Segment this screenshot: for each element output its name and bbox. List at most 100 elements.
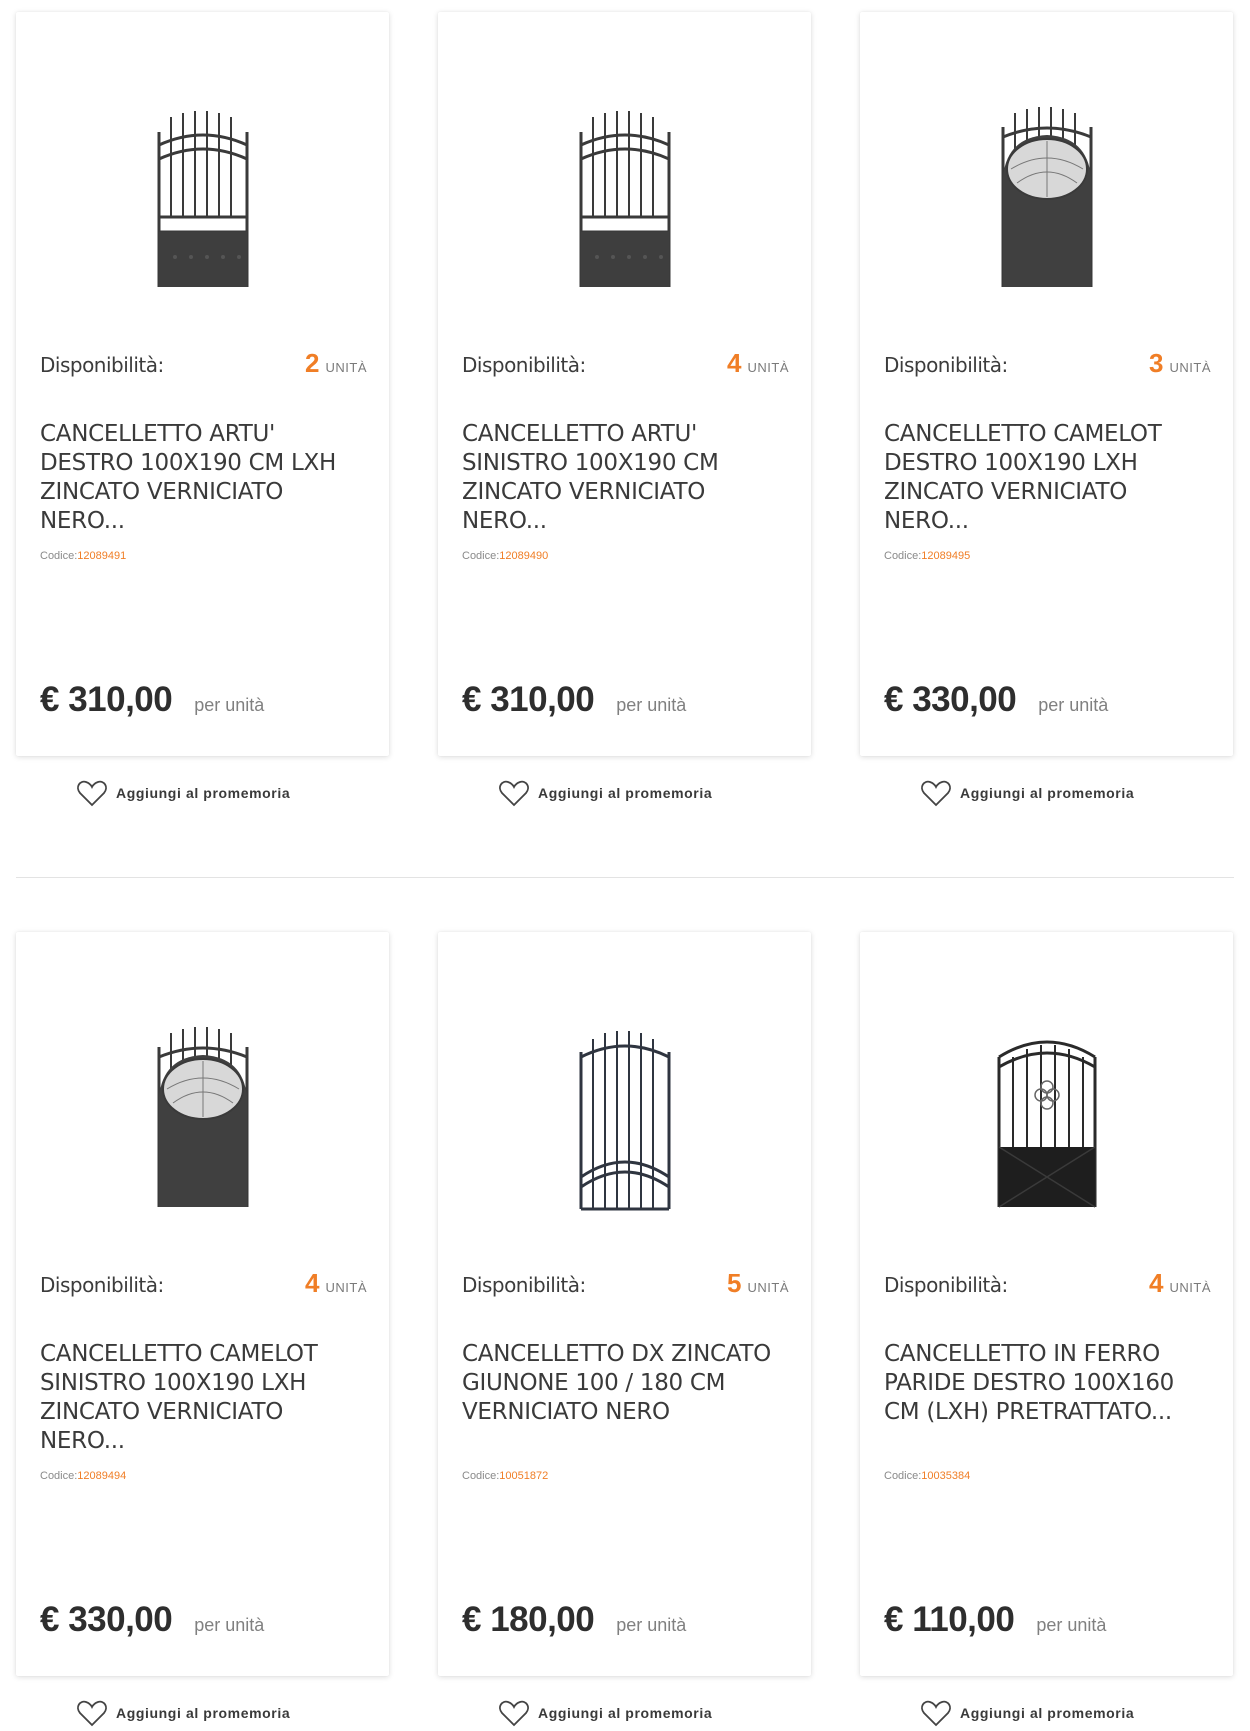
code-value: 12089490 (499, 550, 549, 562)
product-title[interactable]: CANCELLETTO DX ZINCATO GIUNONE 100 / 180… (462, 1340, 791, 1427)
add-to-wishlist-button[interactable]: Aggiungi al promemoria (498, 1696, 712, 1730)
stock-quantity: 4 (1149, 1268, 1164, 1298)
product-image[interactable] (16, 92, 389, 302)
availability-label: Disponibilità: (462, 353, 586, 377)
product-row: Disponibilità: 4 UNITÀ CANCELLETTO CAMEL… (0, 920, 1250, 1731)
code-label: Codice: (884, 1470, 922, 1482)
per-unit-label: per unità (1038, 695, 1109, 715)
price-row: € 110,00 per unità (884, 1600, 1106, 1640)
stock-quantity: 5 (727, 1268, 742, 1298)
per-unit-label: per unità (616, 695, 687, 715)
product-code: Codice:12089490 (462, 550, 548, 562)
product-code: Codice:10051872 (462, 1470, 548, 1482)
product-row: Disponibilità: 2 UNITÀ CANCELLETTO ARTU'… (0, 0, 1250, 880)
heart-icon (921, 1700, 951, 1727)
product-code: Codice:12089494 (40, 1470, 126, 1482)
product-card[interactable]: Disponibilità: 3 UNITÀ CANCELLETTO CAMEL… (860, 12, 1233, 756)
unit-label: UNITÀ (325, 1280, 367, 1295)
availability-row: Disponibilità: 3 UNITÀ (884, 348, 1211, 378)
row-divider (16, 877, 1234, 878)
product-image[interactable] (438, 92, 811, 302)
wishlist-label: Aggiungi al promemoria (116, 1705, 291, 1721)
product-title[interactable]: CANCELLETTO ARTU' DESTRO 100X190 CM LXH … (40, 420, 369, 536)
code-value: 12089491 (77, 550, 127, 562)
product-card[interactable]: Disponibilità: 5 UNITÀ CANCELLETTO DX ZI… (438, 932, 811, 1676)
product-price: € 310,00 (40, 680, 173, 719)
stock-quantity: 4 (727, 348, 742, 378)
wishlist-label: Aggiungi al promemoria (538, 1705, 713, 1721)
wishlist-label: Aggiungi al promemoria (960, 785, 1135, 801)
product-price: € 330,00 (40, 1600, 173, 1639)
availability-count: 4 UNITÀ (305, 1268, 367, 1299)
product-price: € 330,00 (884, 680, 1017, 719)
availability-label: Disponibilità: (462, 1273, 586, 1297)
heart-icon (77, 780, 107, 807)
code-value: 10051872 (499, 1470, 549, 1482)
add-to-wishlist-button[interactable]: Aggiungi al promemoria (498, 776, 712, 810)
product-title[interactable]: CANCELLETTO CAMELOT SINISTRO 100X190 LXH… (40, 1340, 369, 1456)
heart-icon (499, 1700, 529, 1727)
gate-paride-icon (997, 1040, 1096, 1208)
add-to-wishlist-button[interactable]: Aggiungi al promemoria (76, 1696, 290, 1730)
unit-label: UNITÀ (747, 1280, 789, 1295)
heart-icon (499, 780, 529, 807)
stock-quantity: 4 (305, 1268, 320, 1298)
availability-label: Disponibilità: (884, 353, 1008, 377)
code-label: Codice: (462, 550, 500, 562)
per-unit-label: per unità (194, 1615, 265, 1635)
add-to-wishlist-button[interactable]: Aggiungi al promemoria (920, 776, 1134, 810)
price-row: € 180,00 per unità (462, 1600, 686, 1640)
product-card[interactable]: Disponibilità: 2 UNITÀ CANCELLETTO ARTU'… (16, 12, 389, 756)
product-image[interactable] (860, 92, 1233, 302)
availability-row: Disponibilità: 5 UNITÀ (462, 1268, 789, 1298)
add-to-wishlist-button[interactable]: Aggiungi al promemoria (920, 1696, 1134, 1730)
code-value: 12089495 (921, 550, 971, 562)
product-card[interactable]: Disponibilità: 4 UNITÀ CANCELLETTO ARTU'… (438, 12, 811, 756)
product-price: € 310,00 (462, 680, 595, 719)
unit-label: UNITÀ (1169, 360, 1211, 375)
price-row: € 330,00 per unità (884, 680, 1108, 720)
code-value: 10035384 (921, 1470, 971, 1482)
unit-label: UNITÀ (325, 360, 367, 375)
availability-count: 4 UNITÀ (727, 348, 789, 379)
availability-count: 2 UNITÀ (305, 348, 367, 379)
wishlist-label: Aggiungi al promemoria (538, 785, 713, 801)
code-label: Codice: (40, 550, 78, 562)
product-title[interactable]: CANCELLETTO CAMELOT DESTRO 100X190 LXH Z… (884, 420, 1213, 536)
code-label: Codice: (884, 550, 922, 562)
product-card[interactable]: Disponibilità: 4 UNITÀ CANCELLETTO CAMEL… (16, 932, 389, 1676)
price-row: € 330,00 per unità (40, 1600, 264, 1640)
product-title[interactable]: CANCELLETTO ARTU' SINISTRO 100X190 CM ZI… (462, 420, 791, 536)
product-card[interactable]: Disponibilità: 4 UNITÀ CANCELLETTO IN FE… (860, 932, 1233, 1676)
code-label: Codice: (462, 1470, 500, 1482)
gate-artu-icon (579, 111, 670, 287)
product-image[interactable] (860, 1012, 1233, 1222)
gate-giunone-icon (579, 1031, 670, 1211)
price-row: € 310,00 per unità (40, 680, 264, 720)
gate-camelot-icon (1001, 107, 1092, 287)
add-to-wishlist-button[interactable]: Aggiungi al promemoria (76, 776, 290, 810)
product-code: Codice:10035384 (884, 1470, 970, 1482)
heart-icon (921, 780, 951, 807)
product-code: Codice:12089491 (40, 550, 126, 562)
availability-row: Disponibilità: 4 UNITÀ (40, 1268, 367, 1298)
availability-row: Disponibilità: 4 UNITÀ (462, 348, 789, 378)
product-price: € 110,00 (884, 1600, 1015, 1639)
code-value: 12089494 (77, 1470, 127, 1482)
wishlist-label: Aggiungi al promemoria (960, 1705, 1135, 1721)
product-title[interactable]: CANCELLETTO IN FERRO PARIDE DESTRO 100X1… (884, 1340, 1213, 1427)
availability-count: 3 UNITÀ (1149, 348, 1211, 379)
availability-count: 4 UNITÀ (1149, 1268, 1211, 1299)
product-image[interactable] (438, 1012, 811, 1222)
product-price: € 180,00 (462, 1600, 595, 1639)
price-row: € 310,00 per unità (462, 680, 686, 720)
availability-label: Disponibilità: (40, 1273, 164, 1297)
unit-label: UNITÀ (747, 360, 789, 375)
availability-label: Disponibilità: (40, 353, 164, 377)
code-label: Codice: (40, 1470, 78, 1482)
stock-quantity: 2 (305, 348, 320, 378)
per-unit-label: per unità (616, 1615, 687, 1635)
product-image[interactable] (16, 1012, 389, 1222)
availability-label: Disponibilità: (884, 1273, 1008, 1297)
availability-row: Disponibilità: 2 UNITÀ (40, 348, 367, 378)
